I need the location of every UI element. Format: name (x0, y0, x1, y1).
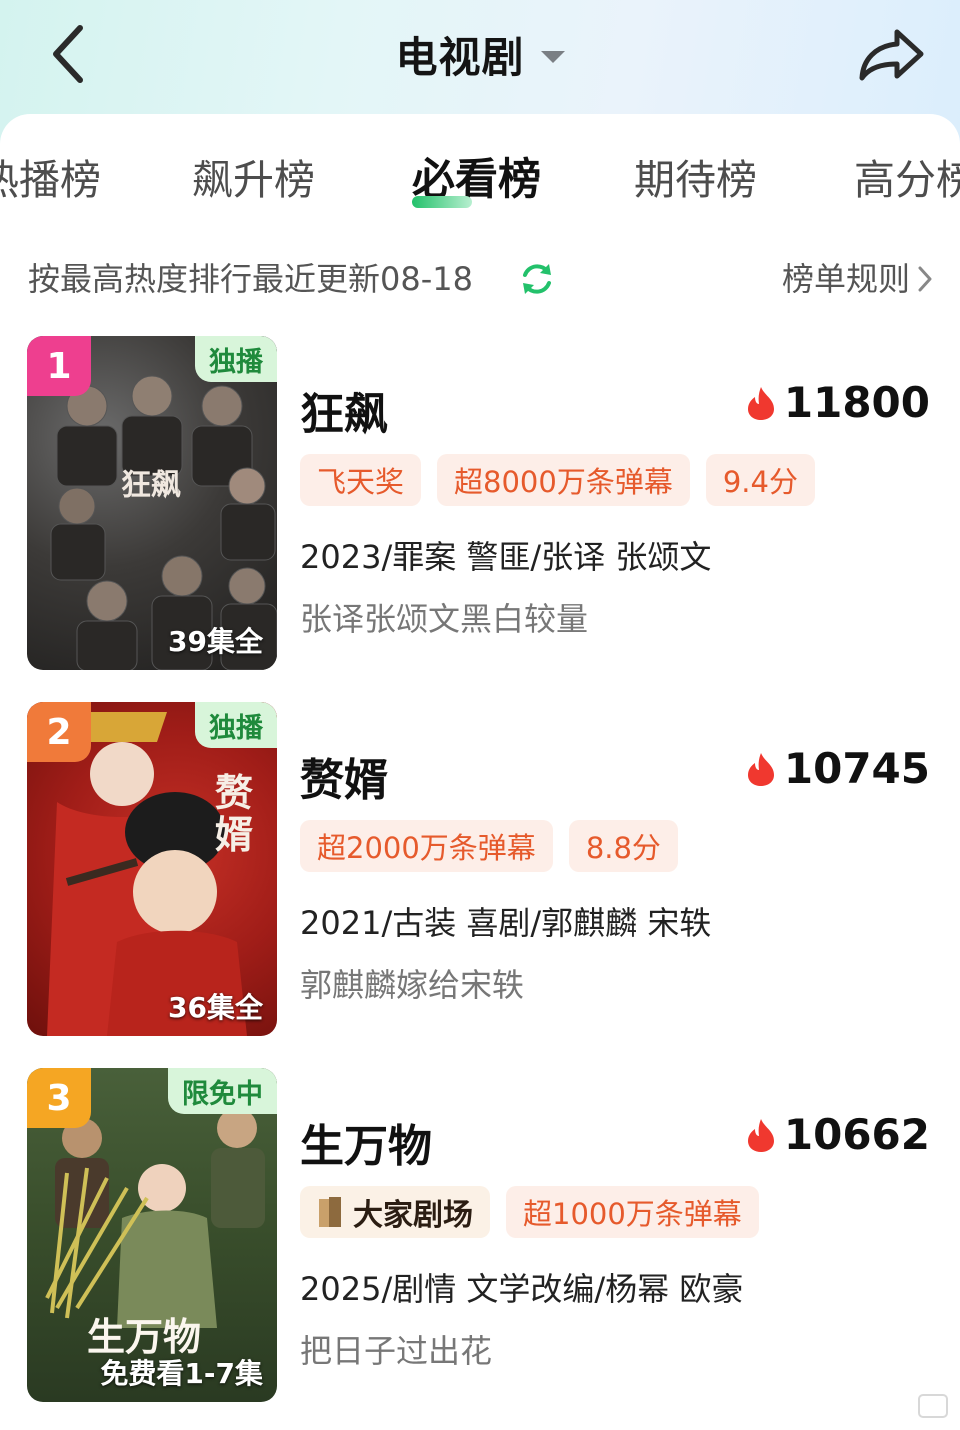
show-description: 郭麒麟嫁给宋轶 (300, 966, 525, 1004)
show-description: 张译张颂文黑白较量 (300, 600, 589, 638)
show-meta: 2023/罪案 警匪/张译 张颂文 (300, 538, 712, 576)
show-meta: 2025/剧情 文学改编/杨幂 欧豪 (300, 1270, 744, 1308)
sort-description: 按最高热度排行最近更新08-18 (28, 260, 473, 298)
flame-icon (747, 1118, 774, 1152)
rules-link-label: 榜单规则 (781, 260, 910, 298)
show-title[interactable]: 赘婿 (300, 744, 388, 808)
danmaku-tag: 超8000万条弹幕 (437, 454, 690, 506)
danmaku-tag: 超2000万条弹幕 (300, 820, 553, 872)
tab-rising[interactable]: 飙升榜 (192, 150, 315, 210)
heat-score: 10745 (746, 744, 930, 793)
show-title[interactable]: 生万物 (300, 1110, 432, 1174)
heat-value: 10745 (783, 744, 930, 793)
free-badge: 限免中 (168, 1068, 277, 1114)
poster-image[interactable]: 狂飙 1 独播 39集全 (27, 336, 277, 670)
chevron-right-icon (918, 266, 932, 292)
refresh-icon[interactable] (518, 260, 556, 298)
heat-value: 11800 (783, 378, 930, 427)
award-tag: 飞天奖 (300, 454, 422, 506)
show-description: 把日子过出花 (300, 1332, 493, 1370)
episode-count: 36集全 (168, 991, 263, 1024)
poster-image[interactable]: 生万物 3 限免中 免费看1-7集 (27, 1068, 277, 1402)
corner-indicator-icon (918, 1394, 948, 1418)
exclusive-badge: 独播 (195, 702, 277, 748)
poster-title-art: 赘婿 (215, 770, 254, 857)
show-meta: 2021/古装 喜剧/郭麒麟 宋轶 (300, 904, 712, 942)
poster-title-art: 狂飙 (121, 468, 181, 503)
score-tag: 8.8分 (568, 820, 678, 872)
rank-badge: 2 (27, 702, 91, 762)
tag-list: 超2000万条弹幕 8.8分 (300, 820, 678, 872)
sort-info-bar: 按最高热度排行最近更新08-18 榜单规则 (28, 254, 932, 304)
active-tab-indicator (412, 196, 472, 208)
share-arrow-icon (859, 29, 924, 81)
show-title[interactable]: 狂飙 (300, 378, 388, 442)
rank-badge: 1 (27, 336, 91, 396)
tag-list: 大家剧场 超1000万条弹幕 (300, 1186, 759, 1238)
header: 电视剧 (0, 0, 960, 110)
page-title: 电视剧 (395, 32, 525, 82)
list-item[interactable]: 狂飙 1 独播 39集全 狂飙 11800 飞天奖 超8000万条弹幕 9.4分… (0, 336, 960, 672)
tag-list: 飞天奖 超8000万条弹幕 9.4分 (300, 454, 815, 506)
theater-logo-icon (319, 1197, 341, 1227)
heat-score: 11800 (746, 378, 930, 427)
flame-icon (747, 752, 774, 786)
theater-brand-label: 大家剧场 (353, 1198, 473, 1233)
score-tag: 9.4分 (705, 454, 815, 506)
caret-down-icon (540, 51, 565, 63)
theater-brand-tag: 大家剧场 (300, 1186, 490, 1238)
episode-count: 39集全 (168, 625, 263, 658)
heat-value: 10662 (783, 1110, 930, 1159)
tab-high-score[interactable]: 高分榜 (854, 150, 960, 210)
tab-hot[interactable]: 热播榜 (0, 150, 101, 210)
poster-image[interactable]: 赘婿 2 独播 36集全 (27, 702, 277, 1036)
free-episodes-label: 免费看1-7集 (100, 1357, 263, 1390)
rules-link[interactable]: 榜单规则 (782, 254, 932, 304)
tab-anticipated[interactable]: 期待榜 (634, 150, 757, 210)
list-item[interactable]: 生万物 3 限免中 免费看1-7集 生万物 10662 大家剧场 超1000万条… (0, 1068, 960, 1404)
share-button[interactable] (856, 24, 928, 84)
ranking-tabs: 热播榜 飙升榜 必看榜 期待榜 高分榜 (0, 150, 960, 220)
title-dropdown[interactable]: 电视剧 (0, 26, 960, 82)
list-item[interactable]: 赘婿 2 独播 36集全 赘婿 10745 超2000万条弹幕 8.8分 202… (0, 702, 960, 1038)
rank-badge: 3 (27, 1068, 91, 1128)
exclusive-badge: 独播 (195, 336, 277, 382)
danmaku-tag: 超1000万条弹幕 (506, 1186, 759, 1238)
flame-icon (747, 386, 774, 420)
heat-score: 10662 (746, 1110, 930, 1159)
